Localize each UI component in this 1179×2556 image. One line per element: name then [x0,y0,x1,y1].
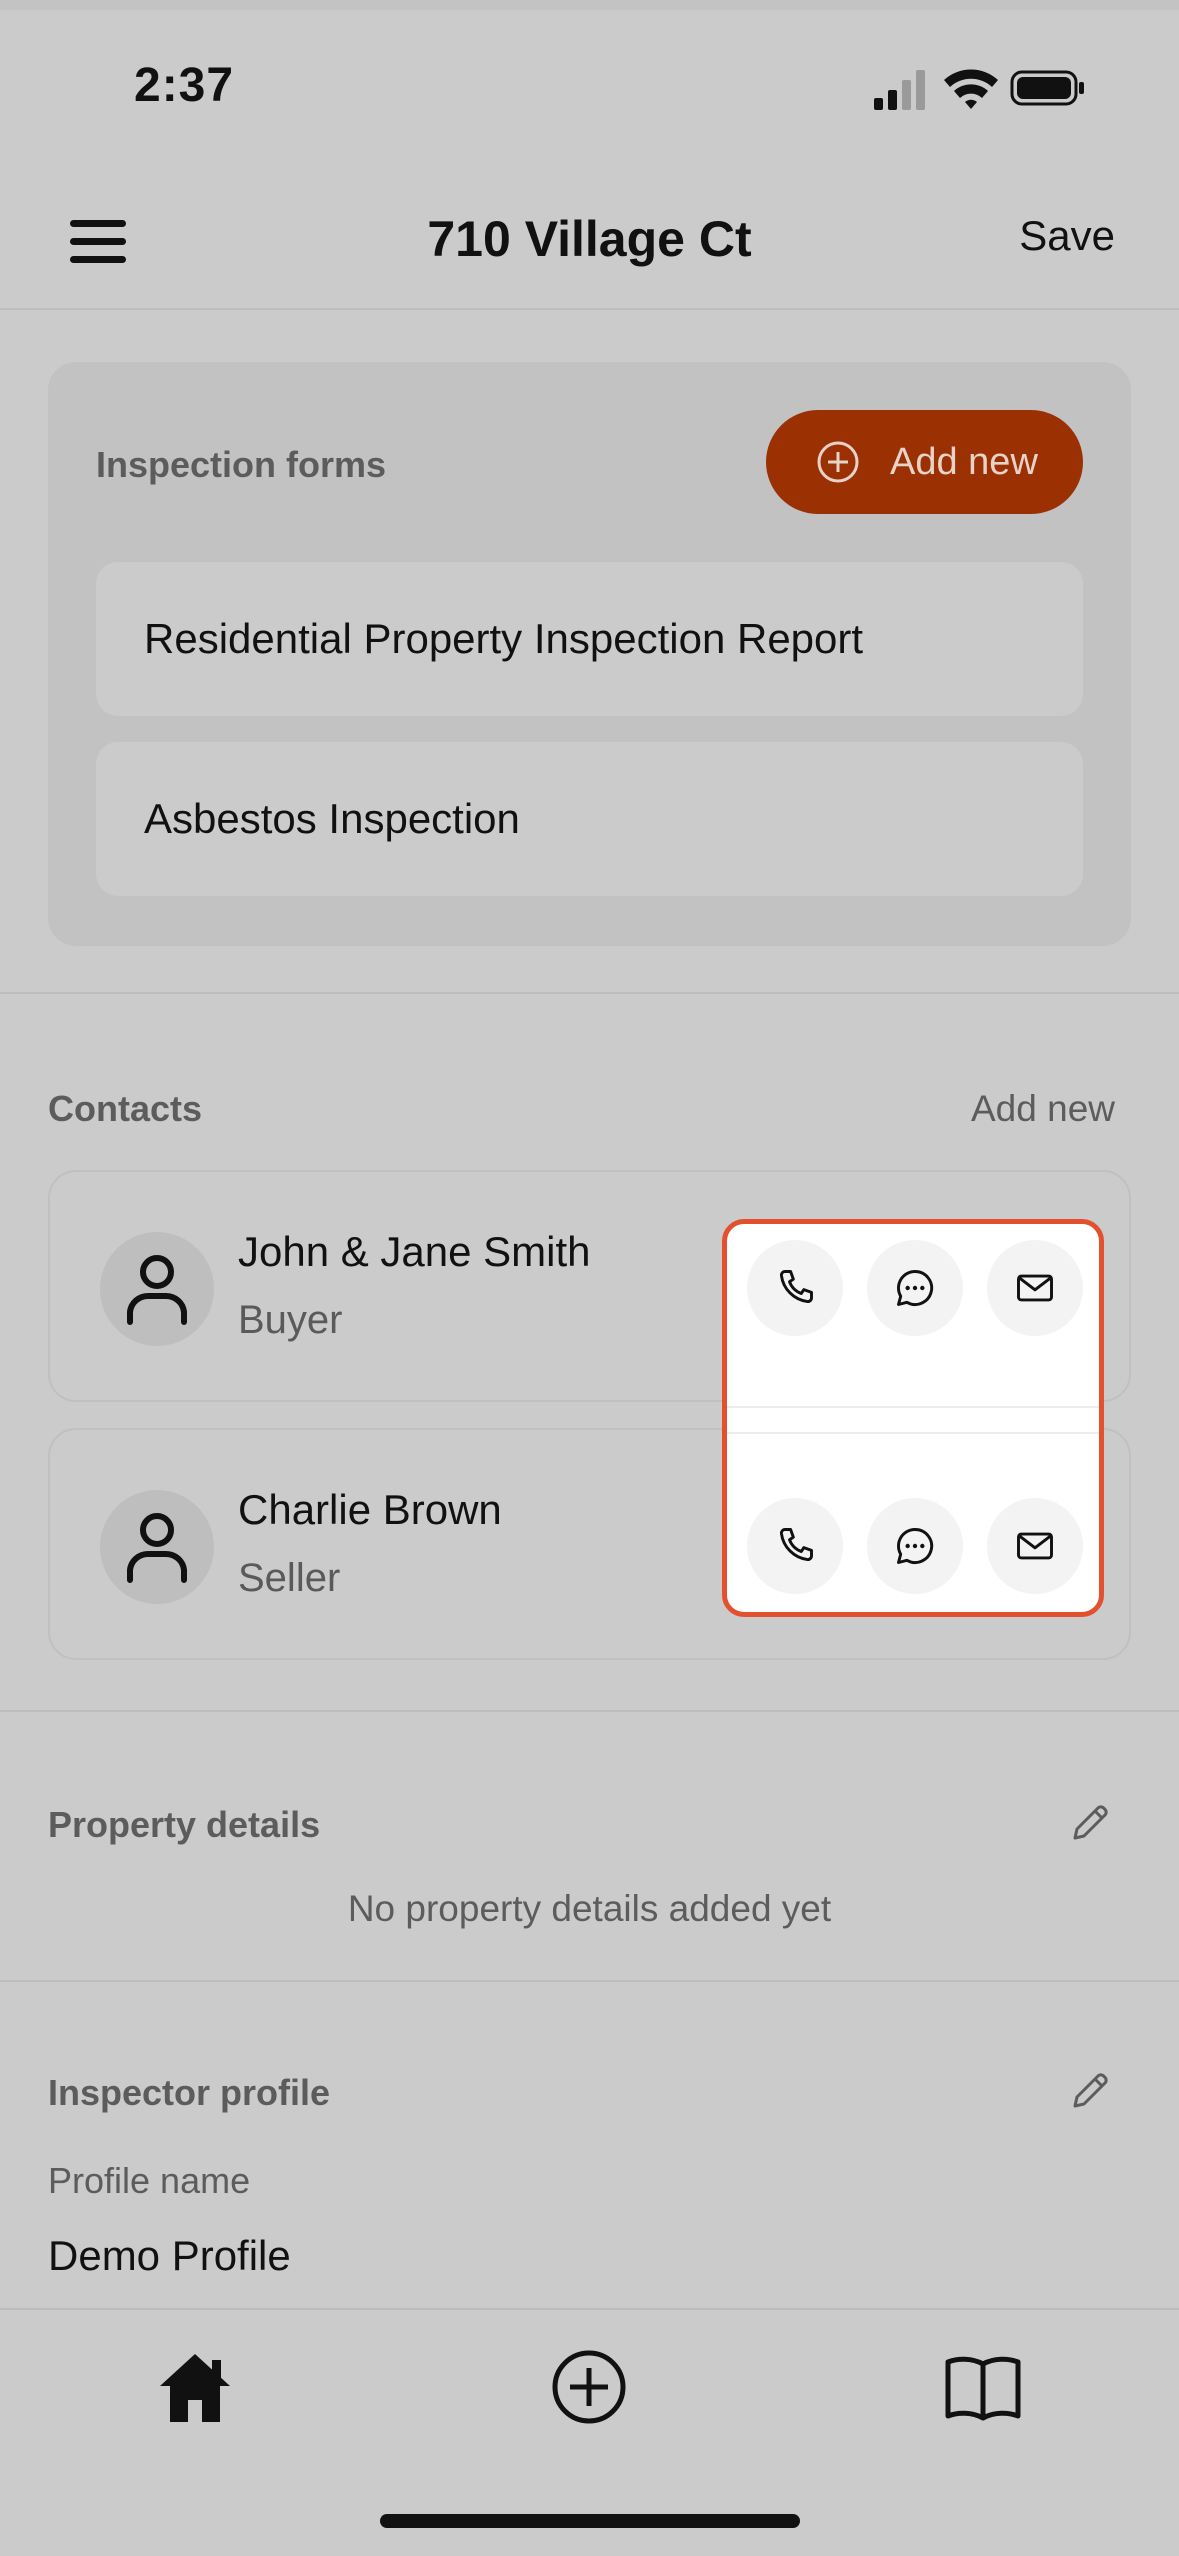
battery-icon [1010,70,1084,106]
contact-role: Buyer [238,1298,343,1342]
add-form-button[interactable]: Add new [766,410,1083,514]
section-divider [0,992,1179,994]
card-edge [727,1432,1099,1434]
home-indicator [380,2514,800,2528]
profile-name-label: Profile name [48,2160,251,2201]
status-time: 2:37 [134,59,235,112]
message-button[interactable] [867,1240,963,1336]
inspector-profile-label: Inspector profile [48,2072,331,2113]
page-title: 710 Village Ct [427,211,752,267]
contact-role: Seller [238,1556,341,1600]
contact-actions-highlight [722,1219,1104,1617]
person-icon [100,1232,214,1346]
book-icon[interactable] [942,2346,1024,2428]
card-edge [727,1406,1099,1408]
contact-name: Charlie Brown [238,1486,502,1533]
plus-circle-icon [817,441,859,483]
form-item[interactable]: Asbestos Inspection [96,742,1083,896]
signal-icon [874,70,925,110]
wifi-icon [944,69,998,109]
chat-icon [897,1528,934,1564]
mail-icon [1017,1532,1053,1560]
header-divider [0,308,1179,310]
home-icon[interactable] [154,2346,236,2428]
contacts-label: Contacts [48,1088,203,1129]
phone-icon [779,1528,813,1562]
section-divider [0,1980,1179,1982]
add-form-label: Add new [890,440,1038,483]
email-button[interactable] [987,1240,1083,1336]
pencil-icon[interactable] [1067,1798,1115,1846]
call-button[interactable] [747,1240,843,1336]
status-icons [870,62,1090,112]
inspection-forms-label: Inspection forms [96,444,387,485]
property-details-label: Property details [48,1804,321,1845]
pencil-icon[interactable] [1067,2066,1115,2114]
top-edge [0,0,1179,10]
phone-icon [779,1270,813,1304]
save-button[interactable]: Save [1019,212,1115,260]
profile-name-value: Demo Profile [48,2232,291,2279]
chat-icon [897,1270,934,1306]
contact-name: John & Jane Smith [238,1228,591,1275]
form-item[interactable]: Residential Property Inspection Report [96,562,1083,716]
property-details-empty: No property details added yet [347,1888,832,1929]
section-divider [0,1710,1179,1712]
email-button[interactable] [987,1498,1083,1594]
message-button[interactable] [867,1498,963,1594]
add-circle-icon[interactable] [548,2346,630,2428]
person-icon [100,1490,214,1604]
mail-icon [1017,1274,1053,1302]
inspection-forms-card: Inspection forms Add new Residential Pro… [48,362,1131,946]
add-contact-link[interactable]: Add new [971,1088,1115,1130]
call-button[interactable] [747,1498,843,1594]
